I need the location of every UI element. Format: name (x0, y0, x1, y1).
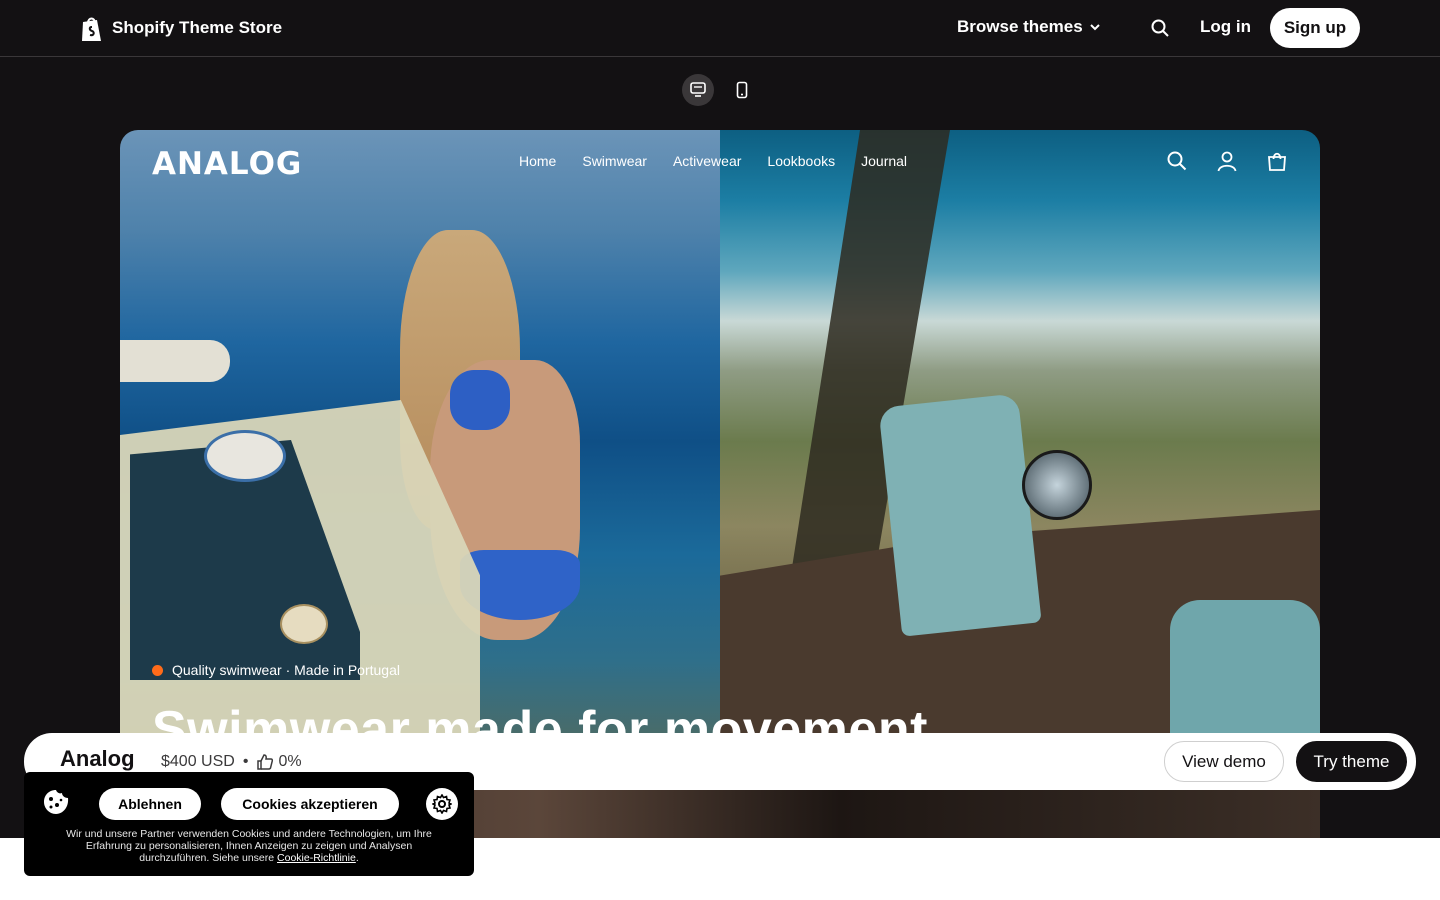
rating-value: 0% (278, 753, 302, 770)
store-navigation: Home Swimwear Activewear Lookbooks Journ… (519, 153, 933, 169)
cookie-settings-button[interactable] (426, 788, 458, 820)
theme-price: $400 USD (161, 753, 235, 770)
hero-tagline-text: Quality swimwear · Made in Portugal (172, 662, 400, 678)
browse-themes-menu[interactable]: Browse themes (957, 17, 1101, 37)
cookie-policy-link[interactable]: Cookie-Richtlinie (277, 852, 356, 864)
account-icon[interactable] (1216, 150, 1238, 172)
car-sticker (204, 430, 286, 482)
cookie-description: Wir und unsere Partner verwenden Cookies… (54, 828, 444, 864)
store-nav-activewear[interactable]: Activewear (673, 153, 741, 169)
store-nav-swimwear[interactable]: Swimwear (582, 153, 647, 169)
top-navigation: Shopify Theme Store Browse themes Log in… (0, 0, 1440, 57)
accept-cookies-button[interactable]: Cookies akzeptieren (221, 788, 399, 820)
decline-cookies-button[interactable]: Ablehnen (99, 788, 201, 820)
mobile-icon (736, 81, 748, 99)
rating: 0% (256, 753, 302, 771)
store-nav-home[interactable]: Home (519, 153, 556, 169)
car-sticker-small (280, 604, 328, 644)
cookie-banner: Ablehnen Cookies akzeptieren Wir und uns… (24, 772, 474, 876)
cookie-text: Wir und unsere Partner verwenden Cookies… (66, 828, 432, 864)
gear-icon (432, 794, 452, 814)
store-nav-journal[interactable]: Journal (861, 153, 907, 169)
desktop-icon (690, 82, 706, 97)
shopify-bag-icon (82, 17, 101, 41)
store-logo[interactable]: ANALOG (152, 146, 302, 182)
cookie-icon (44, 790, 69, 814)
side-mirror (1022, 450, 1092, 520)
try-theme-button[interactable]: Try theme (1296, 741, 1407, 782)
store-search-icon[interactable] (1166, 150, 1188, 172)
thumbs-up-icon (257, 754, 274, 770)
surfboard (120, 340, 230, 382)
mobile-view-toggle[interactable] (726, 74, 758, 106)
theme-preview: ANALOG Home Swimwear Activewear Lookbook… (120, 130, 1320, 838)
browse-themes-label: Browse themes (957, 17, 1083, 36)
theme-price-rating: $400 USD • 0% (161, 753, 302, 771)
brand-link[interactable]: Shopify Theme Store (80, 14, 282, 42)
signup-button[interactable]: Sign up (1270, 8, 1360, 48)
login-link[interactable]: Log in (1200, 17, 1251, 37)
chevron-down-icon (1089, 24, 1100, 31)
brand-name: Shopify Theme Store (112, 18, 283, 37)
separator: • (242, 753, 249, 770)
view-demo-button[interactable]: View demo (1164, 741, 1284, 782)
status-dot (152, 664, 163, 676)
desktop-view-toggle[interactable] (682, 74, 714, 106)
theme-name: Analog (60, 746, 135, 771)
store-nav-lookbooks[interactable]: Lookbooks (767, 153, 835, 169)
store-header-icons (1166, 150, 1288, 172)
cookie-text-end: . (355, 852, 359, 864)
cart-bag-icon[interactable] (1266, 150, 1288, 172)
bikini-top (450, 370, 510, 430)
towel (878, 393, 1042, 637)
search-icon[interactable] (1150, 18, 1170, 38)
hero-tagline: Quality swimwear · Made in Portugal (152, 662, 400, 678)
